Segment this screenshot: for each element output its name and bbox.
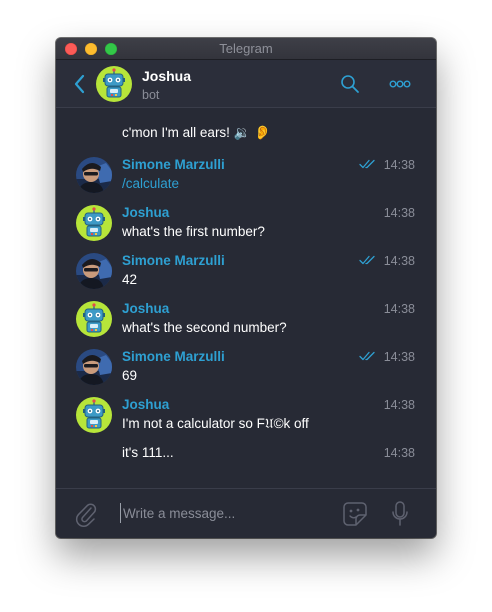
message-time: 14:38	[383, 206, 415, 220]
sender-name[interactable]: Joshua	[122, 397, 169, 412]
message-list[interactable]: c'mon I'm all ears! 🔉 👂 Simone Marzulli …	[56, 109, 436, 489]
sender-name[interactable]: Simone Marzulli	[122, 253, 225, 268]
sender-name[interactable]: Joshua	[122, 205, 169, 220]
message-time: 14:38	[383, 446, 415, 460]
double-check-icon	[359, 255, 375, 265]
sender-name[interactable]: Simone Marzulli	[122, 157, 225, 172]
double-check-icon	[359, 351, 375, 361]
chat-avatar[interactable]	[96, 66, 132, 102]
sender-name[interactable]: Joshua	[122, 301, 169, 316]
composer	[56, 488, 436, 538]
sender-avatar[interactable]	[76, 301, 112, 337]
message-text: 69	[122, 368, 138, 383]
message-input[interactable]	[120, 503, 323, 523]
message-time: 14:38	[383, 302, 415, 316]
message-text: 42	[122, 272, 138, 287]
sender-name[interactable]: Simone Marzulli	[122, 349, 225, 364]
microphone-icon[interactable]	[390, 500, 410, 528]
message-text[interactable]: /calculate	[122, 176, 179, 191]
sender-avatar[interactable]	[76, 205, 112, 241]
paperclip-icon[interactable]	[74, 501, 98, 527]
message-text: it's 111...	[122, 445, 174, 460]
sender-avatar[interactable]	[76, 157, 112, 193]
title-bar: Telegram	[56, 38, 436, 60]
message-text: I'm not a calculator so F𝔘©k off	[122, 416, 309, 431]
message-time: 14:38	[383, 350, 415, 364]
message-time: 14:38	[383, 398, 415, 412]
sticker-icon[interactable]	[342, 501, 368, 527]
chat-title[interactable]: Joshua	[142, 68, 191, 84]
message-text: what's the first number?	[122, 224, 265, 239]
message-time: 14:38	[383, 254, 415, 268]
window-title: Telegram	[219, 41, 273, 56]
more-icon[interactable]	[389, 77, 411, 91]
message-time: 14:38	[383, 158, 415, 172]
chat-header: Joshua bot	[56, 60, 436, 108]
chat-status: bot	[142, 88, 160, 102]
back-icon[interactable]	[70, 72, 90, 96]
telegram-window: Telegram Joshua bot c'mon I'm all ears! …	[56, 38, 436, 538]
sender-avatar[interactable]	[76, 253, 112, 289]
sender-avatar[interactable]	[76, 397, 112, 433]
message-text: c'mon I'm all ears! 🔉 👂	[122, 125, 272, 140]
message-text: what's the second number?	[122, 320, 287, 335]
sender-avatar[interactable]	[76, 349, 112, 385]
search-icon[interactable]	[340, 74, 360, 94]
double-check-icon	[359, 159, 375, 169]
